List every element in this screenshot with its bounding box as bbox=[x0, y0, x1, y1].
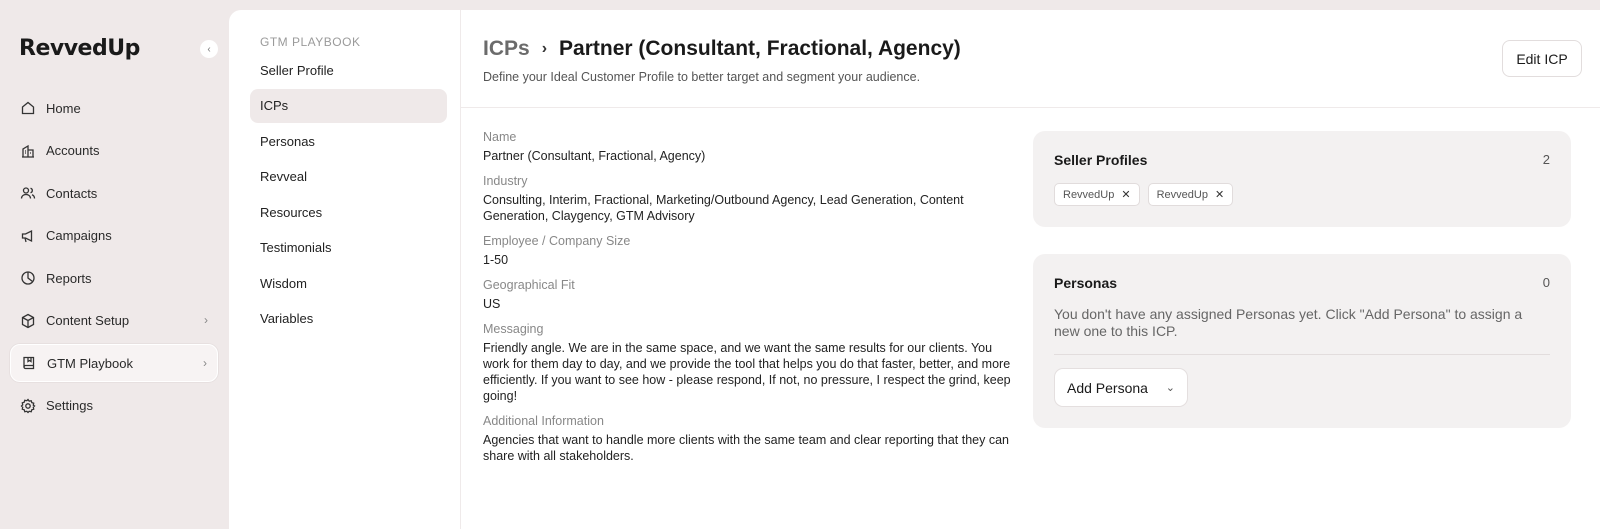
icp-fields: Name Partner (Consultant, Fractional, Ag… bbox=[483, 130, 1013, 474]
sidebar-item-contacts[interactable]: Contacts bbox=[10, 174, 218, 212]
main-panel: GTM PLAYBOOK Seller Profile ICPs Persona… bbox=[229, 10, 1600, 529]
field-label: Additional Information bbox=[483, 414, 604, 428]
sidebar: RevvedUp ‹ Home Accounts Contacts Campai… bbox=[0, 0, 228, 529]
megaphone-icon bbox=[20, 228, 36, 244]
page-header: ICPs › Partner (Consultant, Fractional, … bbox=[461, 10, 1600, 108]
add-persona-dropdown[interactable]: Add Persona ⌄ bbox=[1054, 368, 1188, 407]
building-icon bbox=[20, 143, 36, 159]
sidebar-item-home[interactable]: Home bbox=[10, 89, 218, 127]
breadcrumb: ICPs › Partner (Consultant, Fractional, … bbox=[483, 37, 961, 61]
subnav-item-wisdom[interactable]: Wisdom bbox=[250, 266, 447, 300]
chevron-left-icon: ‹ bbox=[207, 43, 211, 55]
field-value: US bbox=[483, 297, 501, 311]
sidebar-item-label: Content Setup bbox=[46, 313, 130, 328]
subnav-title: GTM PLAYBOOK bbox=[260, 35, 361, 49]
sidebar-item-label: Contacts bbox=[46, 185, 98, 201]
users-icon bbox=[20, 185, 36, 201]
chevron-right-icon: › bbox=[203, 356, 207, 370]
sidebar-item-label: Accounts bbox=[46, 143, 100, 158]
edit-icp-button[interactable]: Edit ICP bbox=[1502, 40, 1582, 77]
chevron-right-icon: › bbox=[541, 40, 548, 57]
gtm-playbook-subnav: GTM PLAYBOOK Seller Profile ICPs Persona… bbox=[229, 10, 461, 529]
icp-detail: ICPs › Partner (Consultant, Fractional, … bbox=[461, 10, 1600, 529]
subnav-list: Seller Profile ICPs Personas Revveal Res… bbox=[250, 53, 447, 337]
page-title: Partner (Consultant, Fractional, Agency) bbox=[559, 37, 961, 60]
sidebar-item-reports[interactable]: Reports bbox=[10, 259, 218, 297]
sidebar-item-accounts[interactable]: Accounts bbox=[10, 132, 218, 170]
field-industry: Industry Consulting, Interim, Fractional… bbox=[483, 174, 1013, 224]
field-label: Messaging bbox=[483, 322, 544, 336]
seller-profile-chip: RevvedUp ✕ bbox=[1147, 183, 1234, 206]
subnav-item-revveal[interactable]: Revveal bbox=[250, 160, 447, 194]
field-value: Agencies that want to handle more client… bbox=[483, 433, 1009, 463]
chip-label: RevvedUp bbox=[1156, 188, 1208, 201]
sidebar-item-campaigns[interactable]: Campaigns bbox=[10, 217, 218, 255]
sidebar-item-content-setup[interactable]: Content Setup › bbox=[10, 302, 218, 340]
field-geographical-fit: Geographical Fit US bbox=[483, 278, 1013, 312]
field-value: Consulting, Interim, Fractional, Marketi… bbox=[483, 193, 964, 223]
add-persona-label: Add Persona bbox=[1067, 379, 1148, 396]
seller-profiles-card: Seller Profiles 2 RevvedUp ✕ RevvedUp ✕ bbox=[1033, 131, 1571, 227]
chip-label: RevvedUp bbox=[1063, 188, 1115, 201]
personas-count: 0 bbox=[1542, 275, 1550, 290]
subnav-item-icps[interactable]: ICPs bbox=[250, 88, 447, 123]
field-label: Name bbox=[483, 130, 517, 144]
card-title: Personas bbox=[1054, 275, 1118, 291]
card-title: Seller Profiles bbox=[1054, 152, 1148, 168]
seller-profile-chips: RevvedUp ✕ RevvedUp ✕ bbox=[1054, 183, 1241, 206]
field-company-size: Employee / Company Size 1-50 bbox=[483, 234, 1013, 268]
sidebar-item-label: Reports bbox=[46, 270, 92, 286]
home-icon bbox=[20, 100, 36, 116]
field-additional-information: Additional Information Agencies that wan… bbox=[483, 414, 1013, 464]
personas-card: Personas 0 You don't have any assigned P… bbox=[1033, 254, 1571, 428]
sidebar-item-label: GTM Playbook bbox=[47, 355, 133, 371]
field-value: Partner (Consultant, Fractional, Agency) bbox=[483, 149, 706, 163]
sidebar-item-label: Home bbox=[46, 100, 81, 116]
app-logo[interactable]: RevvedUp bbox=[19, 36, 140, 61]
field-label: Industry bbox=[483, 174, 528, 188]
subnav-item-variables[interactable]: Variables bbox=[250, 302, 447, 336]
cube-icon bbox=[20, 313, 36, 329]
field-messaging: Messaging Friendly angle. We are in the … bbox=[483, 322, 1013, 404]
sidebar-item-label: Settings bbox=[46, 398, 93, 413]
subnav-item-resources[interactable]: Resources bbox=[250, 195, 447, 229]
subnav-item-seller-profile[interactable]: Seller Profile bbox=[250, 53, 447, 87]
page-subtitle: Define your Ideal Customer Profile to be… bbox=[483, 70, 921, 84]
sidebar-item-gtm-playbook[interactable]: GTM Playbook › bbox=[10, 344, 218, 382]
divider bbox=[1054, 354, 1550, 355]
breadcrumb-icps-link[interactable]: ICPs bbox=[483, 37, 530, 61]
seller-profiles-count: 2 bbox=[1542, 152, 1550, 167]
chevron-right-icon: › bbox=[204, 312, 208, 327]
main-nav: Home Accounts Contacts Campaigns Reports… bbox=[10, 89, 218, 429]
close-icon[interactable]: ✕ bbox=[1215, 188, 1224, 201]
field-name: Name Partner (Consultant, Fractional, Ag… bbox=[483, 130, 1013, 164]
book-icon bbox=[21, 355, 37, 371]
collapse-sidebar-button[interactable]: ‹ bbox=[200, 40, 218, 58]
pie-chart-icon bbox=[20, 270, 36, 286]
field-value: 1-50 bbox=[483, 253, 509, 267]
field-label: Geographical Fit bbox=[483, 278, 575, 292]
subnav-item-personas[interactable]: Personas bbox=[250, 124, 447, 158]
field-label: Employee / Company Size bbox=[483, 234, 631, 248]
sidebar-item-settings[interactable]: Settings bbox=[10, 387, 218, 425]
personas-empty-state: You don't have any assigned Personas yet… bbox=[1054, 306, 1523, 339]
field-value: Friendly angle. We are in the same space… bbox=[483, 341, 1011, 403]
sidebar-item-label: Campaigns bbox=[46, 228, 112, 243]
close-icon[interactable]: ✕ bbox=[1121, 188, 1130, 201]
chevron-down-icon: ⌄ bbox=[1165, 382, 1175, 394]
gear-icon bbox=[20, 398, 36, 414]
seller-profile-chip: RevvedUp ✕ bbox=[1054, 183, 1140, 206]
subnav-item-testimonials[interactable]: Testimonials bbox=[250, 231, 447, 265]
